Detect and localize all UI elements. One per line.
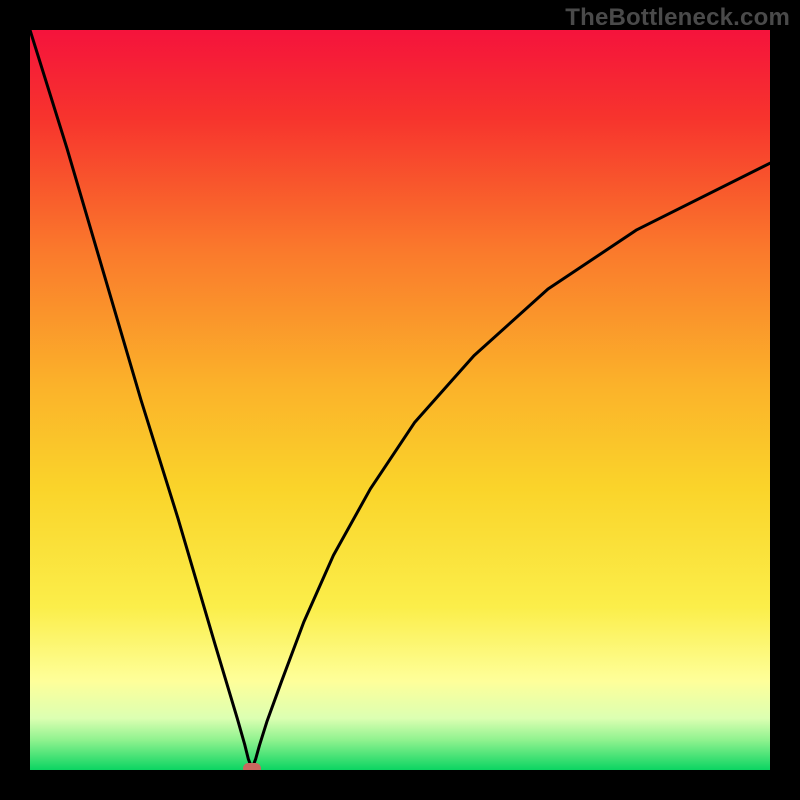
watermark-text: TheBottleneck.com — [565, 4, 790, 32]
plot-area — [30, 30, 770, 770]
chart-frame: TheBottleneck.com — [0, 0, 800, 800]
marker-group — [243, 763, 261, 770]
chart-svg — [30, 30, 770, 770]
minimum-marker — [243, 763, 261, 770]
